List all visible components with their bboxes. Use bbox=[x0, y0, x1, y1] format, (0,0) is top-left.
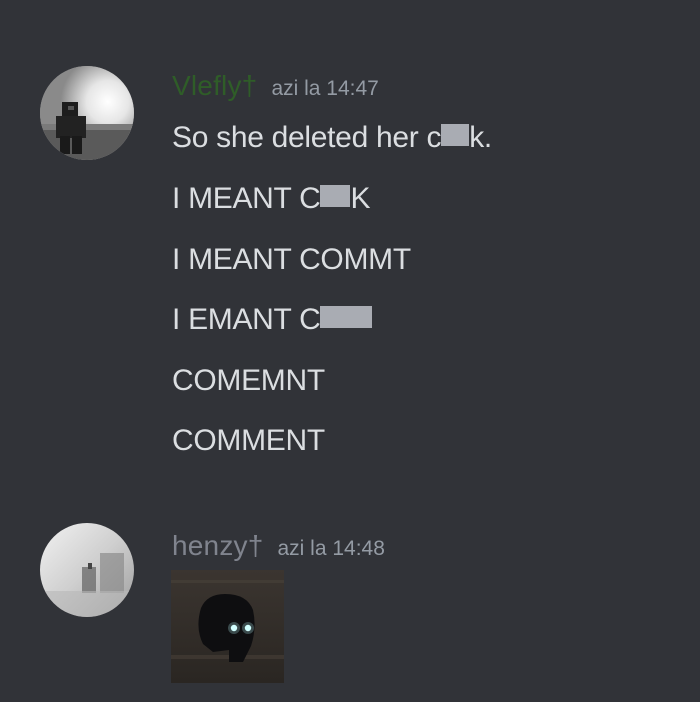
message-text: COMMENT bbox=[172, 424, 325, 458]
message-text: So she deleted her c k. bbox=[172, 121, 492, 155]
avatar[interactable] bbox=[40, 66, 134, 160]
message-text-segment: COMEMNT bbox=[172, 364, 325, 397]
username[interactable]: Vlefly† bbox=[172, 70, 257, 101]
message-text-segment: I EMANT C bbox=[172, 303, 321, 336]
message-text-segment: I MEANT COMMT bbox=[172, 243, 411, 276]
message-header: Vlefly† azi la 14:47 bbox=[172, 70, 379, 102]
message-header: henzy† azi la 14:48 bbox=[172, 530, 385, 562]
message-text-segment: So she deleted her c bbox=[172, 121, 442, 154]
message-text: I EMANT C bbox=[172, 303, 373, 337]
timestamp: azi la 14:48 bbox=[277, 537, 385, 560]
message-text-segment: I MEANT C bbox=[172, 182, 321, 215]
avatar[interactable] bbox=[40, 523, 134, 617]
message-text-segment: K bbox=[350, 182, 371, 215]
message-group: henzy† azi la 14:48 bbox=[0, 500, 700, 700]
image-attachment[interactable] bbox=[171, 570, 284, 683]
message-text-segment: COMMENT bbox=[172, 424, 325, 457]
message-text: COMEMNT bbox=[172, 364, 325, 398]
censor-bar bbox=[441, 124, 470, 146]
message-group: Vlefly† azi la 14:47 So she deleted her c… bbox=[0, 0, 700, 490]
message-text-segment: k. bbox=[469, 121, 492, 154]
chat-messages: Vlefly† azi la 14:47 So she deleted her c… bbox=[0, 0, 700, 702]
censor-bar bbox=[320, 185, 351, 207]
message-text: I MEANT COMMT bbox=[172, 243, 411, 277]
message-text: I MEANT C K bbox=[172, 182, 370, 216]
timestamp: azi la 14:47 bbox=[271, 77, 379, 100]
username[interactable]: henzy† bbox=[172, 530, 264, 561]
censor-bar bbox=[320, 306, 373, 328]
